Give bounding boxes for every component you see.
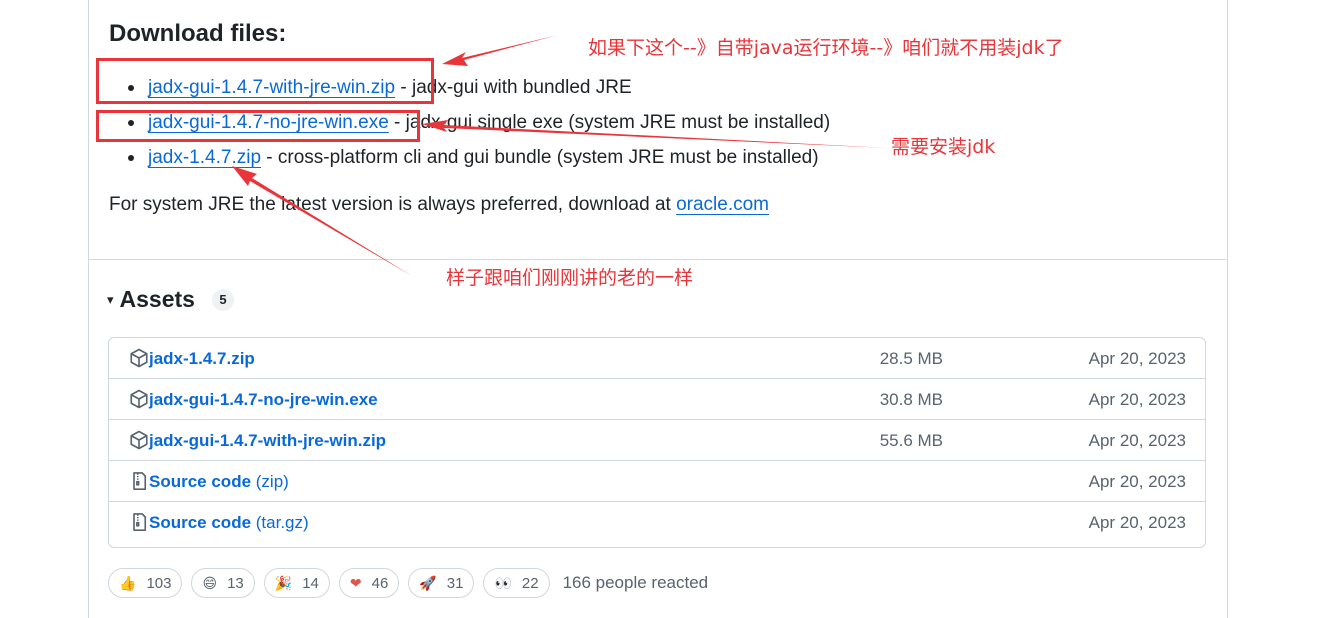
arrow-shaft-top <box>442 35 558 66</box>
annotation-bottom: 样子跟咱们刚刚讲的老的一样 <box>446 267 694 289</box>
annotation-middle: 需要安装jdk <box>891 136 996 158</box>
annotation-top: 如果下这个--》自带java运行环境--》咱们就不用装jdk了 <box>588 37 1064 59</box>
annotation-arrows <box>232 35 888 276</box>
arrow-shaft-bottom <box>232 166 412 276</box>
arrow-shaft-middle <box>422 120 888 148</box>
